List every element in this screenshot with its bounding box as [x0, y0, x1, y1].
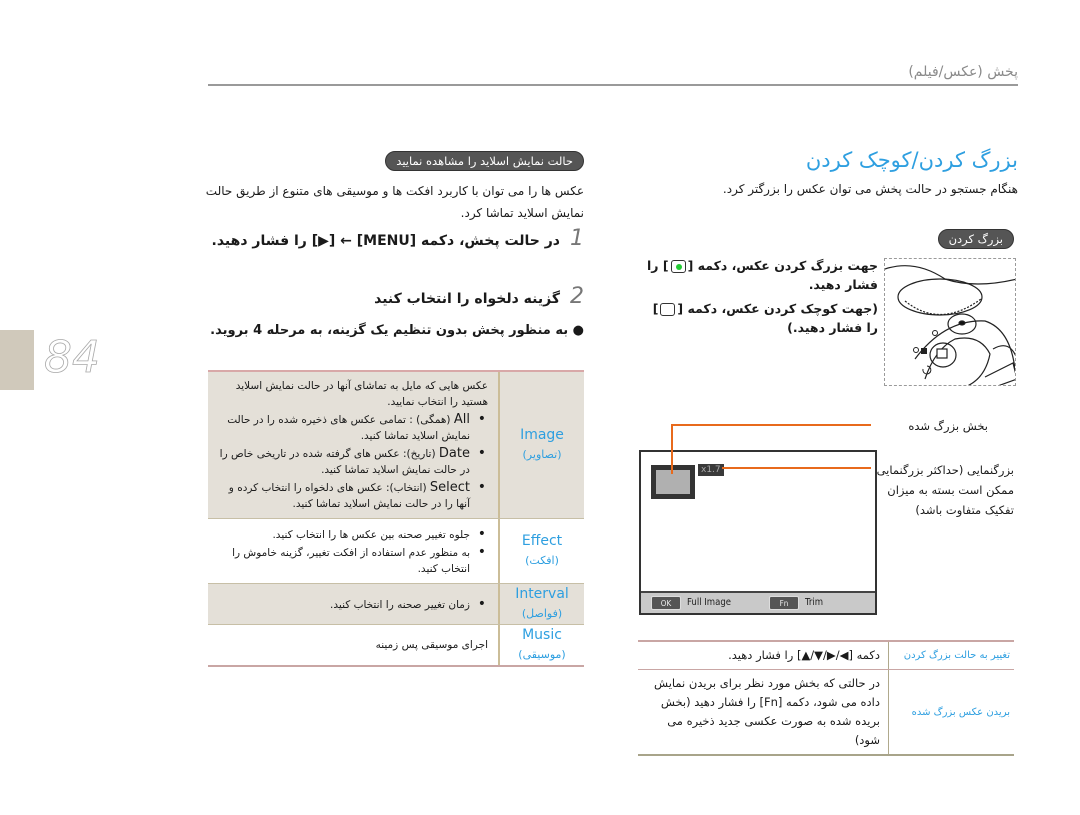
option-label: Effect (افکت)	[498, 519, 584, 583]
row-value: دکمه [◀/▶/▼/▲] را فشار دهید.	[728, 648, 880, 662]
option-description: جلوه تغییر صحنه بین عکس ها را انتخاب کنی…	[208, 519, 498, 583]
list-item: All (همگی) : تمامی عکس های ذخیره شده را …	[218, 411, 488, 444]
option-sub: (تصاویر)	[522, 448, 562, 461]
step-text: در حالت پخش، دکمه [MENU] ← [▶] را فشار د…	[211, 233, 561, 249]
camera-dial-icon	[885, 265, 1015, 385]
list-item: به منظور عدم استفاده از افکت تغییر، گزین…	[218, 544, 488, 577]
trim-label: Trim	[805, 597, 824, 608]
option-key: Date	[438, 446, 470, 461]
lcd-function-bar: OK Full Image Fn Trim	[641, 591, 875, 613]
option-name: Effect	[521, 533, 563, 549]
option-description: زمان تغییر صحنه را انتخاب کنید.	[208, 584, 498, 624]
zoom-area-indicator	[651, 465, 695, 499]
option-sub: (فواصل)	[521, 607, 563, 620]
camera-illustration	[884, 258, 1016, 386]
full-image-label: Full Image	[687, 597, 732, 608]
option-name: Music	[522, 627, 562, 643]
zoom-intro: هنگام جستجو در حالت پخش می توان عکس را ب…	[722, 182, 1018, 196]
page-number: 84	[44, 332, 101, 384]
list-item: Select (انتخاب): عکس های دلخواه را انتخا…	[218, 479, 488, 512]
list-item: زمان تغییر صحنه را انتخاب کنید.	[330, 596, 488, 613]
option-key: Select	[429, 480, 470, 495]
table-row: تغییر به حالت بزرگ کردن دکمه [◀/▶/▼/▲] ر…	[638, 642, 1014, 670]
option-label: Image (تصاویر)	[498, 372, 584, 518]
callout-magnification: بزرگنمایی (حداکثر بزرگنمایی ممکن است بست…	[876, 463, 1014, 517]
leader-line-zoom	[722, 467, 871, 469]
zoom-in-instruction: جهت بزرگ کردن عکس، دکمه [] را فشار دهید.	[638, 256, 878, 294]
leader-line-enlarged	[671, 424, 673, 474]
slideshow-options-table: Image (تصاویر) عکس هایی که مایل به تماشا…	[208, 370, 584, 667]
fn-key: Fn	[769, 596, 799, 610]
option-label: Interval (فواصل)	[498, 584, 584, 624]
option-text: (تاریخ): عکس های گرفته شده در تاریخی خاص…	[219, 448, 470, 476]
callout-enlarged-area: بخش بزرگ شده	[908, 419, 988, 433]
lcd-preview: x1.7 OK Full Image Fn Trim	[639, 450, 877, 615]
option-intro: عکس هایی که مایل به تماشای آنها در حالت …	[235, 380, 488, 408]
step-note: ● به منظور پخش بدون تنظیم یک گزینه، به م…	[210, 323, 584, 338]
option-text: (همگی) : تمامی عکس های ذخیره شده را در ح…	[227, 414, 470, 442]
slideshow-intro: عکس ها را می توان با کاربرد افکت ها و مو…	[205, 184, 584, 220]
header-divider	[208, 84, 1018, 86]
option-text: اجرای موسیقی پس زمینه	[375, 639, 488, 651]
step-number: 1	[570, 226, 584, 251]
step-number: 2	[570, 284, 584, 309]
table-row-music: Music (موسیقی) اجرای موسیقی پس زمینه	[208, 625, 584, 665]
zoom-actions-table: تغییر به حالت بزرگ کردن دکمه [◀/▶/▼/▲] ر…	[638, 640, 1014, 756]
option-name: Image	[520, 427, 564, 443]
step-note-text: به منظور پخش بدون تنظیم یک گزینه، به مرح…	[210, 323, 569, 338]
list-item: Date (تاریخ): عکس های گرفته شده در تاریخ…	[218, 445, 488, 478]
page-tab	[0, 330, 34, 390]
zoom-pill: بزرگ کردن	[937, 229, 1014, 249]
zoom-out-instruction: (جهت کوچک کردن عکس، دکمه [] را فشار دهید…	[638, 299, 878, 337]
ok-key: OK	[651, 596, 681, 610]
zoom-level-badge: x1.7	[698, 464, 724, 476]
leader-line-enlarged-h	[671, 424, 871, 426]
option-description: اجرای موسیقی پس زمینه	[208, 625, 498, 665]
row-label: تغییر به حالت بزرگ کردن	[888, 642, 1014, 669]
zoom-heading: بزرگ کردن/کوچک کردن	[805, 148, 1018, 172]
step-text: گزینه دلخواه را انتخاب کنید	[374, 291, 560, 307]
option-sub: (افکت)	[525, 554, 559, 567]
list-item: جلوه تغییر صحنه بین عکس ها را انتخاب کنی…	[218, 526, 488, 543]
zoom-in-text-a: جهت بزرگ کردن عکس، دکمه [	[687, 258, 878, 273]
table-row-effect: Effect (افکت) جلوه تغییر صحنه بین عکس ها…	[208, 519, 584, 584]
option-name: Interval	[515, 586, 569, 602]
zoom-in-button-icon	[670, 260, 686, 273]
section-title: پخش (عکس/فیلم)	[908, 64, 1018, 80]
option-description: عکس هایی که مایل به تماشای آنها در حالت …	[208, 372, 498, 518]
option-label: Music (موسیقی)	[498, 625, 584, 665]
row-label: بریدن عکس بزرگ شده	[888, 670, 1014, 754]
row-value: در حالتی که بخش مورد نظر برای بریدن نمای…	[654, 676, 880, 747]
table-row-interval: Interval (فواصل) زمان تغییر صحنه را انتخ…	[208, 584, 584, 625]
table-row: بریدن عکس بزرگ شده در حالتی که بخش مورد …	[638, 670, 1014, 754]
option-key: All	[453, 412, 470, 427]
zoom-out-text-a: (جهت کوچک کردن عکس، دکمه [	[677, 301, 878, 316]
option-sub: (موسیقی)	[518, 648, 566, 661]
slideshow-pill: حالت نمایش اسلاید را مشاهده نمایید	[385, 151, 584, 171]
step-2: 2 گزینه دلخواه را انتخاب کنید	[204, 284, 584, 312]
step-1: 1 در حالت پخش، دکمه [MENU] ← [▶] را فشار …	[204, 226, 585, 254]
table-row-image: Image (تصاویر) عکس هایی که مایل به تماشا…	[208, 372, 584, 519]
thumbnail-button-icon	[660, 303, 676, 316]
